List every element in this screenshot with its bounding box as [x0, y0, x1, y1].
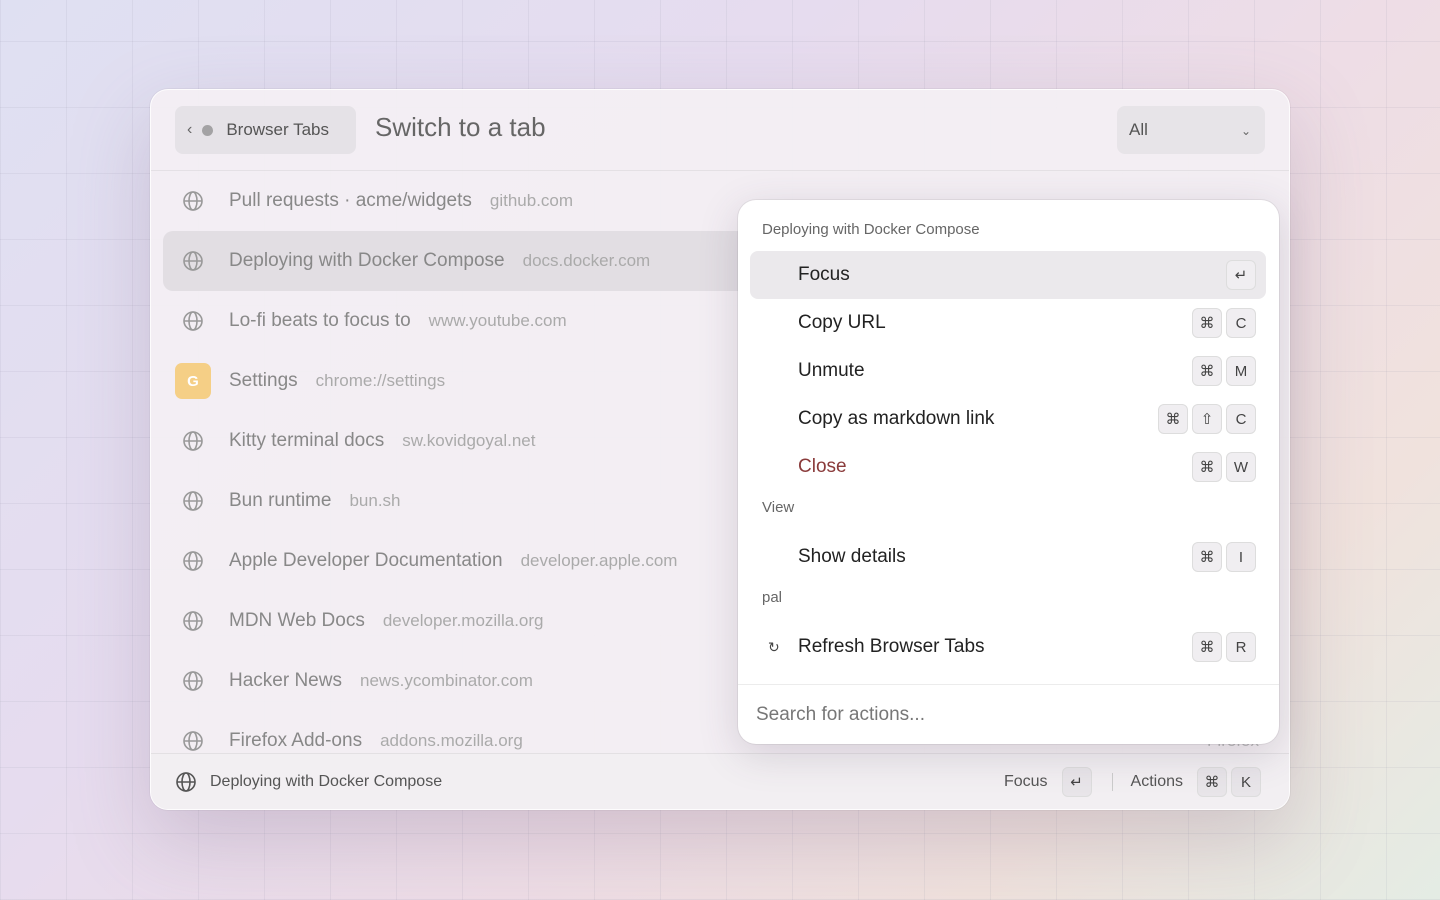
tab-title: Pull requests · acme/widgets [229, 190, 472, 211]
actions-panel-title: Deploying with Docker Compose [762, 221, 980, 238]
action-unmute[interactable]: Unmute ⌘ M [750, 347, 1266, 395]
shortcut-key: R [1226, 632, 1256, 662]
shortcut-key: ⇧ [1192, 404, 1222, 434]
shortcut-key: I [1226, 542, 1256, 572]
shortcut-keys: ⌘ ⇧ C [1154, 404, 1256, 434]
globe-icon [173, 730, 213, 752]
shortcut-keys: ⌘ I [1188, 542, 1256, 572]
tab-url: news.ycombinator.com [359, 671, 533, 690]
tab-title: Apple Developer Documentation [229, 550, 503, 571]
globe-icon [173, 670, 213, 692]
actions-panel: Deploying with Docker Compose Focus ↵ Copy … [738, 200, 1279, 744]
tab-url: addons.mozilla.org [380, 731, 523, 750]
action-label: Focus [798, 264, 850, 285]
refresh-icon: ↻ [768, 638, 780, 655]
action-close[interactable]: Close ⌘ W [750, 443, 1266, 491]
tab-title: Firefox Add-ons [229, 730, 363, 751]
footer-current-item: Deploying with Docker Compose [210, 772, 443, 790]
tab-title: Settings [229, 370, 298, 391]
tab-title: Lo-fi beats to focus to [229, 310, 411, 331]
extension-icon [202, 124, 214, 136]
tab-url: docs.docker.com [522, 251, 651, 270]
globe-icon [173, 490, 213, 512]
action-focus[interactable]: Focus ↵ [750, 251, 1266, 299]
tab-url: developer.mozilla.org [382, 611, 544, 630]
page-title: Switch to a tab [375, 112, 546, 142]
globe-icon [173, 250, 213, 272]
divider [1111, 773, 1113, 791]
shortcut-keys: ↵ [1222, 260, 1256, 290]
shortcut-keys: ⌘ M [1188, 356, 1256, 386]
globe-icon [175, 771, 197, 793]
shortcut-key: C [1226, 404, 1256, 434]
action-label: Unmute [798, 360, 865, 381]
action-label: Copy as markdown link [798, 408, 995, 429]
tab-title: Deploying with Docker Compose [229, 250, 505, 271]
chevron-down-icon: ⌄ [1240, 124, 1251, 138]
action-label: Refresh Browser Tabs [798, 636, 985, 657]
actions-search-input[interactable] [756, 703, 1236, 726]
footer-actions: Focus ↵ Actions ⌘ K [1004, 767, 1261, 797]
tab-url: chrome://settings [315, 371, 446, 390]
tab-title: Hacker News [229, 670, 342, 691]
filter-selected: All [1129, 120, 1148, 139]
shortcut-keys: ⌘ W [1188, 452, 1256, 482]
footer: Deploying with Docker Compose Focus ↵ Ac… [151, 753, 1289, 809]
cmd-key: ⌘ [1197, 767, 1227, 797]
action-label: Show details [798, 546, 906, 567]
shortcut-key: ⌘ [1192, 308, 1222, 338]
action-copy-as-markdown-link[interactable]: Copy as markdown link ⌘ ⇧ C [750, 395, 1266, 443]
chrome-badge-icon: G [173, 363, 213, 399]
g-badge: G [175, 363, 211, 399]
enter-key: ↵ [1061, 767, 1092, 797]
globe-icon [173, 550, 213, 572]
shortcut-keys: ⌘ R [1188, 632, 1256, 662]
actions-section-label: View [762, 499, 795, 516]
tab-url: www.youtube.com [428, 311, 567, 330]
actions-section-label: pal [762, 589, 783, 606]
tab-title: Bun runtime [229, 490, 332, 511]
action-copy-url[interactable]: Copy URL ⌘ C [750, 299, 1266, 347]
k-key: K [1231, 767, 1261, 797]
shortcut-key: ⌘ [1192, 542, 1222, 572]
chevron-left-icon: ‹ [187, 121, 193, 138]
tab-url: bun.sh [349, 491, 401, 510]
tab-url: sw.kovidgoyal.net [402, 431, 536, 450]
shortcut-key: ⌘ [1192, 452, 1222, 482]
footer-primary-action[interactable]: Focus [1004, 773, 1048, 791]
shortcut-key: M [1226, 356, 1256, 386]
action-label: Close [798, 456, 847, 477]
action-refresh-browser-tabs[interactable]: ↻ Refresh Browser Tabs ⌘ R [750, 623, 1266, 671]
shortcut-key: ⌘ [1158, 404, 1188, 434]
shortcut-key: C [1226, 308, 1256, 338]
header: ‹ Browser Tabs Switch to a tab All ⌄ [151, 90, 1289, 171]
filter-dropdown[interactable]: All ⌄ [1117, 106, 1265, 154]
tab-title: MDN Web Docs [229, 610, 365, 631]
back-label: Browser Tabs [226, 120, 330, 139]
globe-icon [173, 310, 213, 332]
back-button[interactable]: ‹ Browser Tabs [175, 106, 356, 154]
action-show-details[interactable]: Show details ⌘ I [750, 533, 1266, 581]
globe-icon [173, 190, 213, 212]
shortcut-key: ⌘ [1192, 632, 1222, 662]
shortcut-keys: ⌘ C [1188, 308, 1256, 338]
globe-icon [173, 610, 213, 632]
tab-url: github.com [489, 191, 574, 210]
footer-actions-button[interactable]: Actions [1131, 773, 1183, 791]
shortcut-key: W [1226, 452, 1256, 482]
shortcut-key: ⌘ [1192, 356, 1222, 386]
actions-search-row [738, 684, 1279, 744]
action-label: Copy URL [798, 312, 886, 333]
tab-title: Kitty terminal docs [229, 430, 385, 451]
globe-icon [173, 430, 213, 452]
tab-url: developer.apple.com [520, 551, 678, 570]
shortcut-key: ↵ [1226, 260, 1256, 290]
